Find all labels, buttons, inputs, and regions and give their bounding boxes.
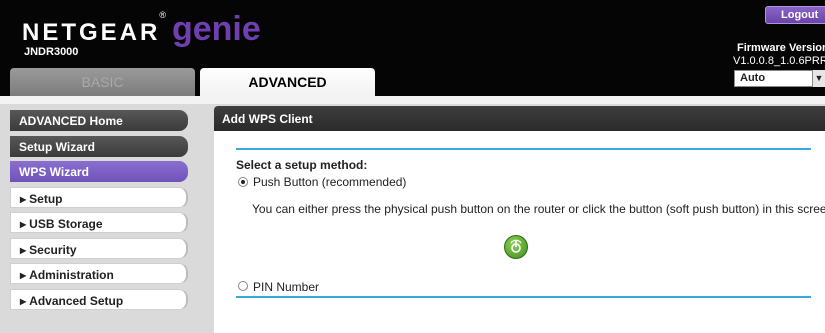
- logout-button[interactable]: Logout: [765, 6, 825, 24]
- dropdown-arrow-icon[interactable]: ▼: [812, 70, 825, 87]
- sidebar-item-label: ADVANCED Home: [19, 114, 123, 128]
- tab-underline-bar: [0, 96, 825, 104]
- push-button-radio[interactable]: [238, 177, 248, 187]
- sidebar-item-setup-wizard[interactable]: Setup Wizard: [10, 135, 188, 157]
- netgear-genie-logo: NETGEAR® genie: [22, 10, 261, 49]
- firmware-value: V1.0.0.8_1.0.6PRRI: [733, 55, 825, 67]
- wps-push-button-icon[interactable]: [504, 235, 528, 259]
- push-button-option-label[interactable]: Push Button (recommended): [253, 175, 406, 189]
- tab-basic[interactable]: BASIC: [10, 68, 195, 96]
- header: NETGEAR® genie JNDR3000 Logout Firmware V…: [0, 0, 825, 96]
- setup-method-label: Select a setup method:: [236, 158, 368, 172]
- sidebar-item-label: Setup: [29, 191, 63, 206]
- sidebar-item-label: Setup Wizard: [19, 139, 95, 154]
- expand-triangle-icon: ▶: [20, 194, 27, 204]
- expand-triangle-icon: ▶: [20, 271, 27, 280]
- sidebar-item-setup[interactable]: ▶ Setup: [10, 186, 188, 208]
- expand-triangle-icon: ▶: [20, 220, 27, 229]
- sidebar-item-label: USB Storage: [29, 217, 103, 231]
- product-name: genie: [171, 10, 261, 48]
- pin-number-radio[interactable]: [238, 281, 248, 291]
- sidebar-item-usb-storage[interactable]: ▶ USB Storage: [10, 212, 188, 233]
- firmware-label: Firmware Version: [737, 42, 825, 54]
- router-model: JNDR3000: [24, 46, 79, 58]
- sidebar-item-label: Advanced Setup: [29, 293, 124, 308]
- sidebar-item-label: WPS Wizard: [19, 165, 89, 179]
- sidebar-item-label: Security: [29, 242, 77, 257]
- sidebar-item-advanced-home[interactable]: ADVANCED Home: [10, 110, 188, 131]
- sidebar-item-security[interactable]: ▶ Security: [10, 237, 188, 259]
- tab-advanced[interactable]: ADVANCED: [200, 68, 375, 96]
- expand-triangle-icon: ▶: [20, 245, 27, 255]
- push-button-description: You can either press the physical push b…: [252, 202, 825, 216]
- trademark-symbol: ®: [159, 10, 166, 20]
- language-select[interactable]: Auto ▼: [734, 70, 825, 87]
- sidebar-item-wps-wizard[interactable]: WPS Wizard: [10, 161, 188, 182]
- main-panel: Add WPS Client Select a setup method: Pu…: [214, 106, 825, 333]
- sidebar-item-administration[interactable]: ▶ Administration: [10, 263, 188, 284]
- page-title: Add WPS Client: [214, 106, 825, 131]
- sidebar-item-label: Administration: [29, 268, 114, 282]
- language-selected-value: Auto: [740, 72, 766, 84]
- brand-name: NETGEAR: [22, 19, 161, 46]
- expand-triangle-icon: ▶: [20, 296, 27, 306]
- divider: [236, 148, 811, 150]
- sidebar: ADVANCED Home Setup Wizard WPS Wizard ▶ S…: [10, 110, 188, 314]
- sidebar-item-advanced-setup[interactable]: ▶ Advanced Setup: [10, 288, 188, 310]
- pin-number-option-label[interactable]: PIN Number: [253, 280, 319, 294]
- divider: [236, 296, 811, 298]
